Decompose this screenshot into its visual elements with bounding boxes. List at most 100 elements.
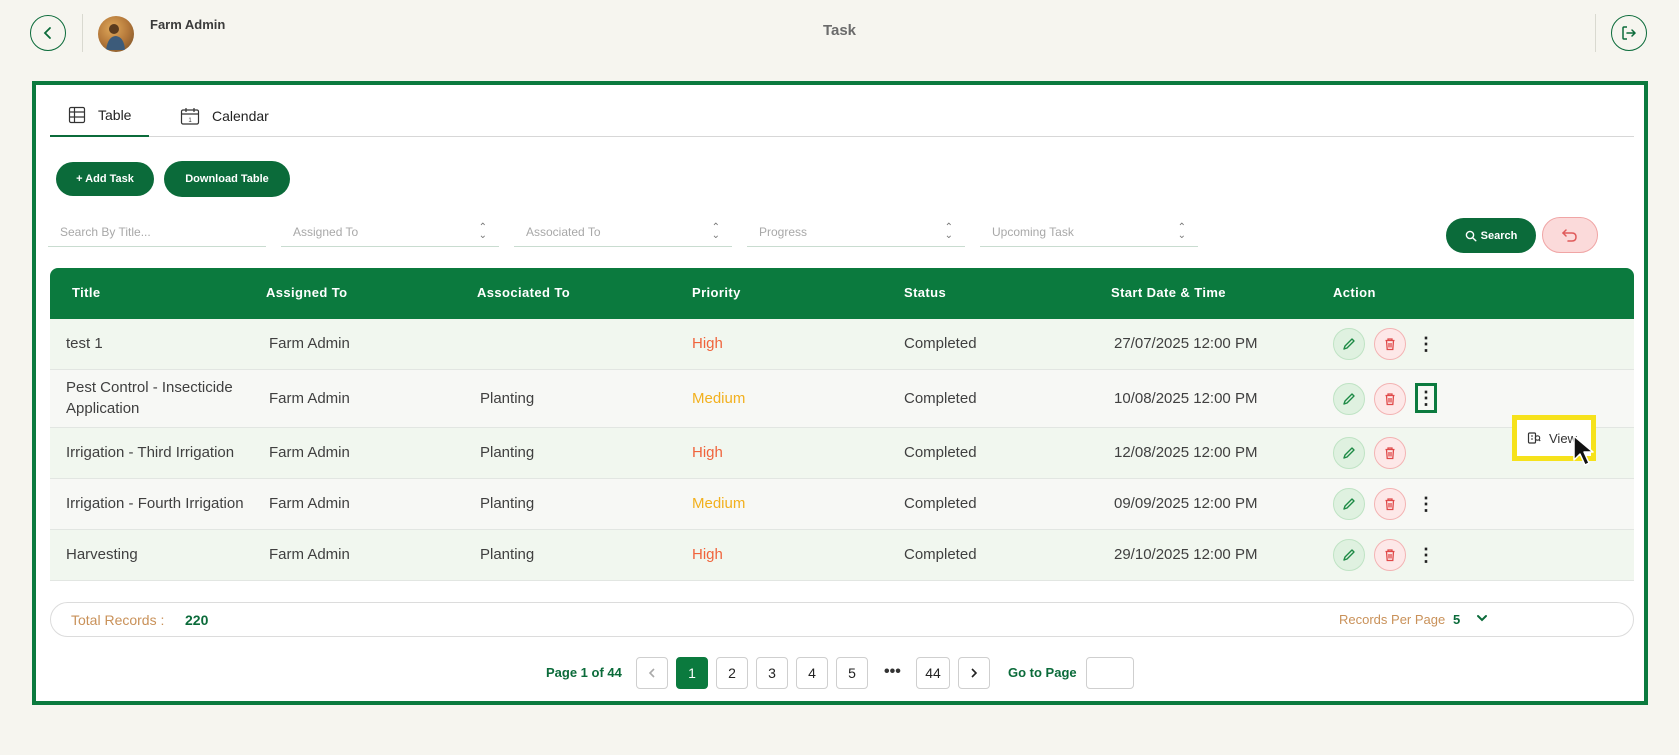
cell-status: Completed: [904, 444, 977, 461]
col-start-date: Start Date & Time: [1111, 285, 1226, 300]
page-button-5[interactable]: 5: [836, 657, 868, 689]
table-header: Title Assigned To Associated To Priority…: [50, 268, 1634, 319]
col-status: Status: [904, 285, 947, 300]
table-row: Pest Control - Insecticide Application F…: [50, 370, 1634, 428]
more-options-button[interactable]: ⋮: [1415, 489, 1437, 519]
tab-calendar-label: Calendar: [212, 108, 269, 124]
edit-button[interactable]: [1333, 437, 1365, 469]
prev-page-button[interactable]: [636, 657, 668, 689]
cell-status: Completed: [904, 495, 977, 512]
cell-assigned: Farm Admin: [269, 444, 350, 461]
table-row: Irrigation - Fourth Irrigation Farm Admi…: [50, 479, 1634, 530]
header-divider: [1595, 14, 1596, 52]
trash-icon: [1385, 549, 1395, 562]
col-assigned-to: Assigned To: [266, 285, 348, 300]
trash-icon: [1385, 338, 1395, 351]
records-per-page-label: Records Per Page: [1339, 612, 1446, 627]
more-options-button[interactable]: ⋮: [1415, 540, 1437, 570]
upcoming-task-select[interactable]: Upcoming Task ⌃ ⌄: [980, 217, 1198, 247]
edit-button[interactable]: [1333, 328, 1365, 360]
cell-start: 27/07/2025 12:00 PM: [1114, 335, 1258, 352]
pencil-icon: [1343, 338, 1355, 350]
progress-select[interactable]: Progress ⌃ ⌄: [747, 217, 965, 247]
pencil-icon: [1343, 549, 1355, 561]
col-action: Action: [1333, 285, 1376, 300]
task-table: Title Assigned To Associated To Priority…: [50, 268, 1634, 581]
chevron-left-icon: [648, 668, 655, 678]
page-button-last[interactable]: 44: [916, 657, 950, 689]
delete-button[interactable]: [1374, 437, 1406, 469]
col-title: Title: [72, 285, 101, 300]
search-button-label: Search: [1480, 229, 1518, 242]
cell-priority: High: [692, 335, 723, 352]
logout-icon: [1622, 26, 1637, 40]
cell-associated: Planting: [480, 390, 535, 407]
cell-title: Irrigation - Fourth Irrigation: [66, 495, 244, 512]
go-to-page-input[interactable]: [1086, 657, 1134, 689]
top-bar: Farm Admin Task: [0, 0, 1679, 70]
reset-filters-button[interactable]: [1542, 217, 1598, 253]
associated-to-select[interactable]: Associated To ⌃ ⌄: [514, 217, 732, 247]
cell-associated: Planting: [480, 495, 535, 512]
cell-associated: Planting: [480, 444, 535, 461]
edit-button[interactable]: [1333, 539, 1365, 571]
col-associated-to: Associated To: [477, 285, 571, 300]
cell-title: Pest Control - Insecticide Application: [66, 379, 233, 417]
pencil-icon: [1343, 447, 1355, 459]
page-button-2[interactable]: 2: [716, 657, 748, 689]
delete-button[interactable]: [1374, 539, 1406, 571]
chevron-right-icon: [971, 668, 978, 678]
trash-icon: [1385, 498, 1395, 511]
add-task-button[interactable]: + Add Task: [56, 162, 154, 196]
table-row: Harvesting Farm Admin Planting High Comp…: [50, 530, 1634, 581]
search-button[interactable]: Search: [1446, 218, 1536, 253]
cell-start: 09/09/2025 12:00 PM: [1114, 495, 1258, 512]
cell-priority: High: [692, 546, 723, 563]
task-panel: Table 1 Calendar + Add Task Download Tab…: [32, 81, 1648, 705]
cell-status: Completed: [904, 546, 977, 563]
more-options-button[interactable]: ⋮: [1415, 383, 1437, 413]
svg-text:1: 1: [188, 118, 192, 124]
more-options-button[interactable]: ⋮: [1415, 329, 1437, 359]
edit-button[interactable]: [1333, 383, 1365, 415]
tab-calendar[interactable]: 1 Calendar: [162, 95, 287, 137]
cell-status: Completed: [904, 390, 977, 407]
delete-button[interactable]: [1374, 328, 1406, 360]
total-records-value: 220: [185, 612, 209, 628]
sort-chevrons-icon: ⌃ ⌄: [711, 222, 720, 241]
table-row: test 1 Farm Admin High Completed 27/07/2…: [50, 319, 1634, 370]
total-records-label: Total Records :: [71, 612, 165, 628]
cell-start: 12/08/2025 12:00 PM: [1114, 444, 1258, 461]
records-per-page-value[interactable]: 5: [1453, 612, 1460, 627]
cell-assigned: Farm Admin: [269, 546, 350, 563]
sort-chevrons-icon: ⌃ ⌄: [1177, 222, 1186, 241]
calendar-icon: 1: [180, 108, 200, 125]
kebab-menu-icon: ⋮: [1417, 387, 1435, 408]
cell-start: 29/10/2025 12:00 PM: [1114, 546, 1258, 563]
pagination: Page 1 of 44 1 2 3 4 5 ••• 44 Go to Page: [36, 655, 1652, 689]
cell-title: test 1: [66, 335, 103, 352]
page-button-3[interactable]: 3: [756, 657, 788, 689]
cell-priority: Medium: [692, 495, 746, 512]
delete-button[interactable]: [1374, 488, 1406, 520]
edit-button[interactable]: [1333, 488, 1365, 520]
tab-table-label: Table: [98, 107, 132, 123]
next-page-button[interactable]: [958, 657, 990, 689]
view-tabs: Table 1 Calendar: [50, 95, 1634, 137]
cell-priority: Medium: [692, 390, 746, 407]
delete-button[interactable]: [1374, 383, 1406, 415]
page-button-4[interactable]: 4: [796, 657, 828, 689]
logout-button[interactable]: [1611, 15, 1647, 51]
tab-table[interactable]: Table: [50, 95, 150, 137]
pagination-ellipsis: •••: [884, 663, 901, 680]
cell-title: Harvesting: [66, 546, 138, 563]
sort-chevrons-icon: ⌃ ⌄: [944, 222, 953, 241]
assigned-to-select[interactable]: Assigned To ⌃ ⌄: [281, 217, 499, 247]
download-table-button[interactable]: Download Table: [164, 161, 290, 197]
kebab-menu-icon: ⋮: [1417, 544, 1435, 565]
cell-assigned: Farm Admin: [269, 335, 350, 352]
page-button-1[interactable]: 1: [676, 657, 708, 689]
search-title-input[interactable]: Search By Title...: [48, 217, 266, 247]
chevron-down-icon[interactable]: [1475, 611, 1489, 625]
sort-chevrons-icon: ⌃ ⌄: [478, 222, 487, 241]
